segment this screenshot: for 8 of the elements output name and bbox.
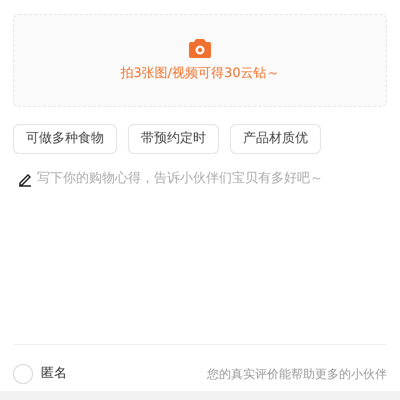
tag-button[interactable]: 产品材质优 xyxy=(230,124,321,154)
anonymous-radio[interactable] xyxy=(13,364,33,384)
tag-button[interactable]: 可做多种食物 xyxy=(13,124,117,154)
anonymous-label: 匿名 xyxy=(41,365,67,384)
upload-hint: 拍3张图/视频可得30云钻～ xyxy=(120,66,280,82)
tag-button[interactable]: 带预约定时 xyxy=(128,124,219,154)
camera-icon xyxy=(189,39,211,58)
footer-note: 您的真实评价能帮助更多的小伙伴 xyxy=(207,366,387,383)
